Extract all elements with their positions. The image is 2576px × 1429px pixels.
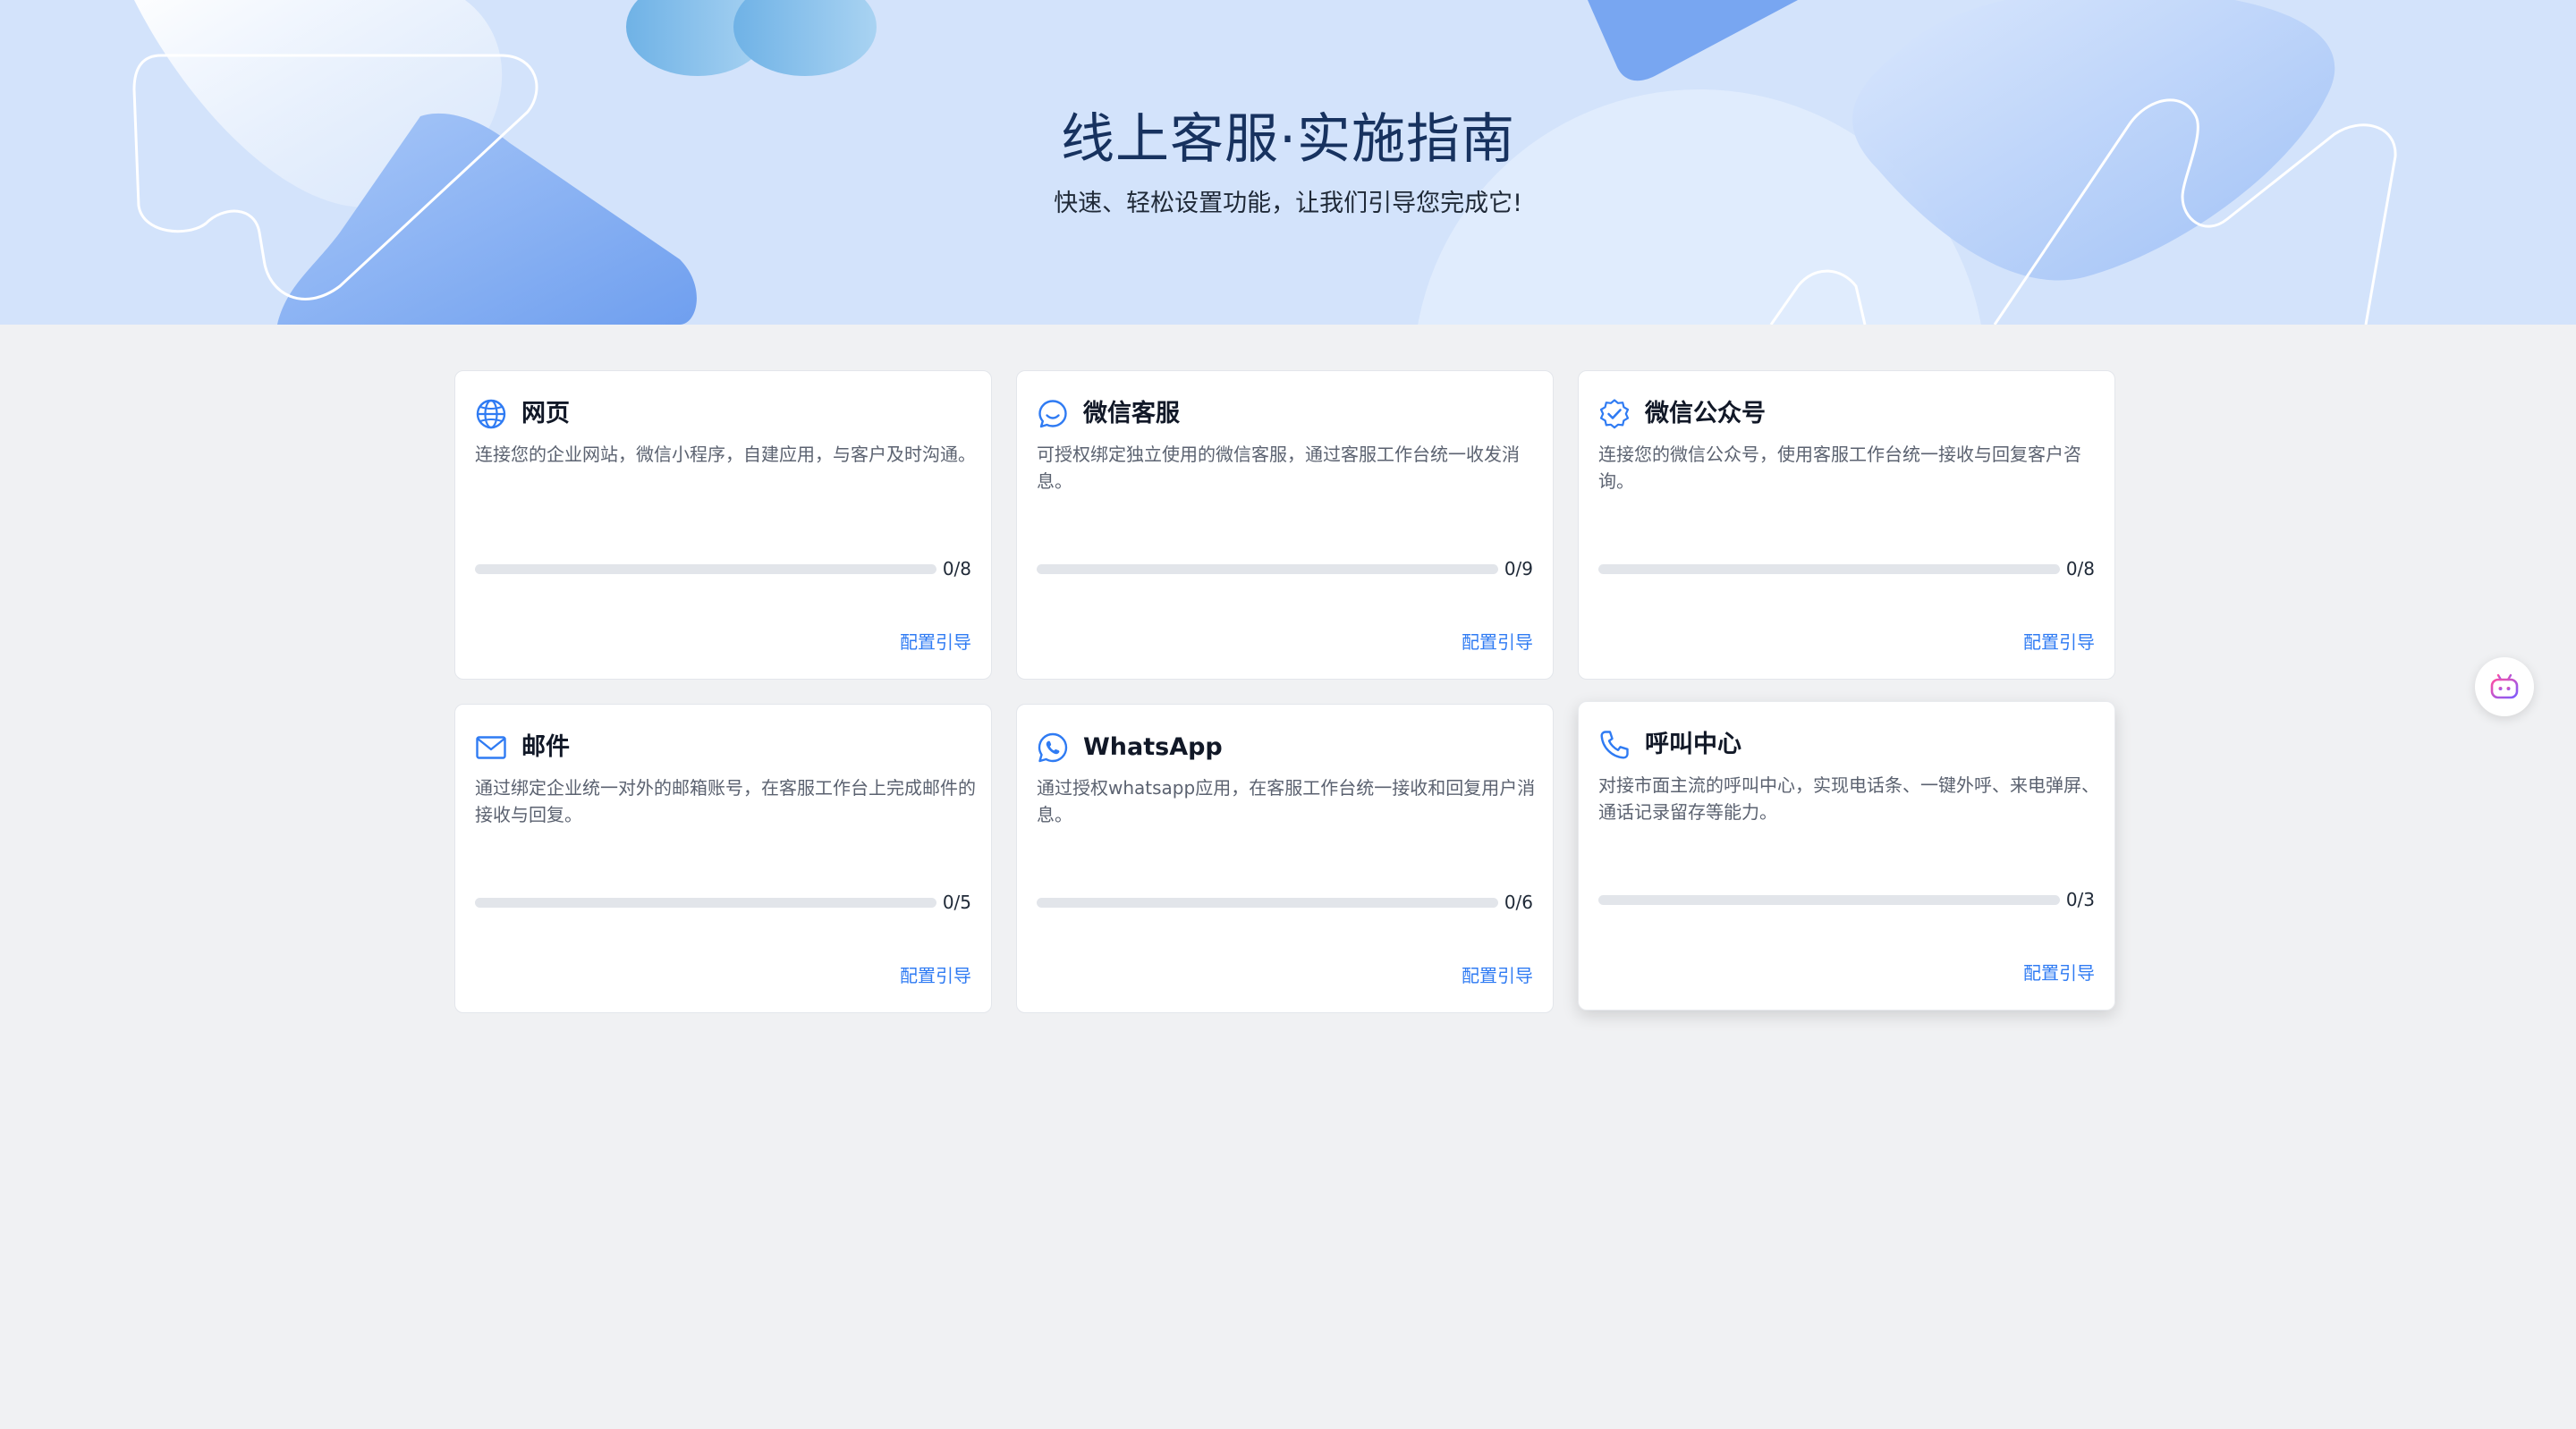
card-title: 微信公众号 bbox=[1645, 400, 1766, 427]
chat-smile-icon bbox=[1038, 400, 1067, 428]
progress-count: 0/8 bbox=[2065, 558, 2095, 579]
config-guide-link[interactable]: 配置引导 bbox=[900, 630, 971, 655]
card-description: 对接市面主流的呼叫中心，实现电话条、一键外呼、来电弹屏、通话记录留存等能力。 bbox=[1598, 774, 2099, 823]
hero-banner: 线上客服·实施指南 快速、轻松设置功能，让我们引导您完成它! bbox=[0, 0, 2576, 325]
progress-bar bbox=[1598, 895, 2060, 905]
globe-icon bbox=[476, 399, 506, 429]
assistant-button[interactable] bbox=[2475, 657, 2534, 716]
progress-count: 0/9 bbox=[1504, 558, 1533, 579]
card-title: 网页 bbox=[521, 400, 570, 427]
whatsapp-icon bbox=[1038, 732, 1068, 763]
channel-card-wechat-official[interactable]: 微信公众号 连接您的微信公众号，使用客服工作台统一接收与回复客户咨询。 0/8 … bbox=[1578, 370, 2115, 680]
progress-bar bbox=[1598, 564, 2060, 574]
channel-card-wechat-service[interactable]: 微信客服 可授权绑定独立使用的微信客服，通过客服工作台统一收发消息。 0/9 配… bbox=[1016, 370, 1554, 680]
progress-count: 0/8 bbox=[942, 558, 971, 579]
config-guide-link[interactable]: 配置引导 bbox=[2023, 960, 2095, 985]
config-guide-link[interactable]: 配置引导 bbox=[900, 963, 971, 988]
mail-icon bbox=[476, 736, 506, 759]
channel-card-mail[interactable]: 邮件 通过绑定企业统一对外的邮箱账号，在客服工作台上完成邮件的接收与回复。 0/… bbox=[454, 704, 992, 1013]
card-description: 可授权绑定独立使用的微信客服，通过客服工作台统一收发消息。 bbox=[1037, 444, 1520, 492]
robot-assistant-icon bbox=[2490, 673, 2519, 699]
config-guide-link[interactable]: 配置引导 bbox=[2023, 630, 2095, 655]
card-title: 微信客服 bbox=[1083, 400, 1180, 427]
progress-bar bbox=[475, 898, 936, 908]
card-description: 通过绑定企业统一对外的邮箱账号，在客服工作台上完成邮件的接收与回复。 bbox=[475, 777, 976, 825]
progress-count: 0/3 bbox=[2065, 889, 2095, 910]
card-title: 邮件 bbox=[521, 733, 570, 761]
channel-card-grid: 网页 连接您的企业网站，微信小程序，自建应用，与客户及时沟通。 0/8 配置引导… bbox=[454, 370, 2118, 1013]
progress-bar bbox=[475, 564, 936, 574]
phone-icon bbox=[1600, 731, 1629, 759]
card-description: 通过授权whatsapp应用，在客服工作台统一接收和回复用户消息。 bbox=[1037, 777, 1536, 825]
card-description: 连接您的微信公众号，使用客服工作台统一接收与回复客户咨询。 bbox=[1598, 444, 2081, 492]
card-title: 呼叫中心 bbox=[1645, 731, 1741, 758]
progress-count: 0/6 bbox=[1504, 892, 1533, 913]
progress-count: 0/5 bbox=[942, 892, 971, 913]
progress-bar bbox=[1037, 898, 1498, 908]
verified-badge-icon bbox=[1599, 399, 1630, 429]
channel-card-call-center[interactable]: 呼叫中心 对接市面主流的呼叫中心，实现电话条、一键外呼、来电弹屏、通话记录留存等… bbox=[1578, 701, 2115, 1010]
channel-card-whatsapp[interactable]: WhatsApp 通过授权whatsapp应用，在客服工作台统一接收和回复用户消… bbox=[1016, 704, 1554, 1013]
page-subtitle: 快速、轻松设置功能，让我们引导您完成它! bbox=[1054, 190, 1522, 217]
channel-card-web[interactable]: 网页 连接您的企业网站，微信小程序，自建应用，与客户及时沟通。 0/8 配置引导 bbox=[454, 370, 992, 680]
config-guide-link[interactable]: 配置引导 bbox=[1462, 630, 1533, 655]
progress-bar bbox=[1037, 564, 1498, 574]
card-description: 连接您的企业网站，微信小程序，自建应用，与客户及时沟通。 bbox=[475, 444, 976, 465]
card-title: WhatsApp bbox=[1083, 733, 1223, 761]
config-guide-link[interactable]: 配置引导 bbox=[1462, 963, 1533, 988]
page-title: 线上客服·实施指南 bbox=[1060, 108, 1516, 171]
